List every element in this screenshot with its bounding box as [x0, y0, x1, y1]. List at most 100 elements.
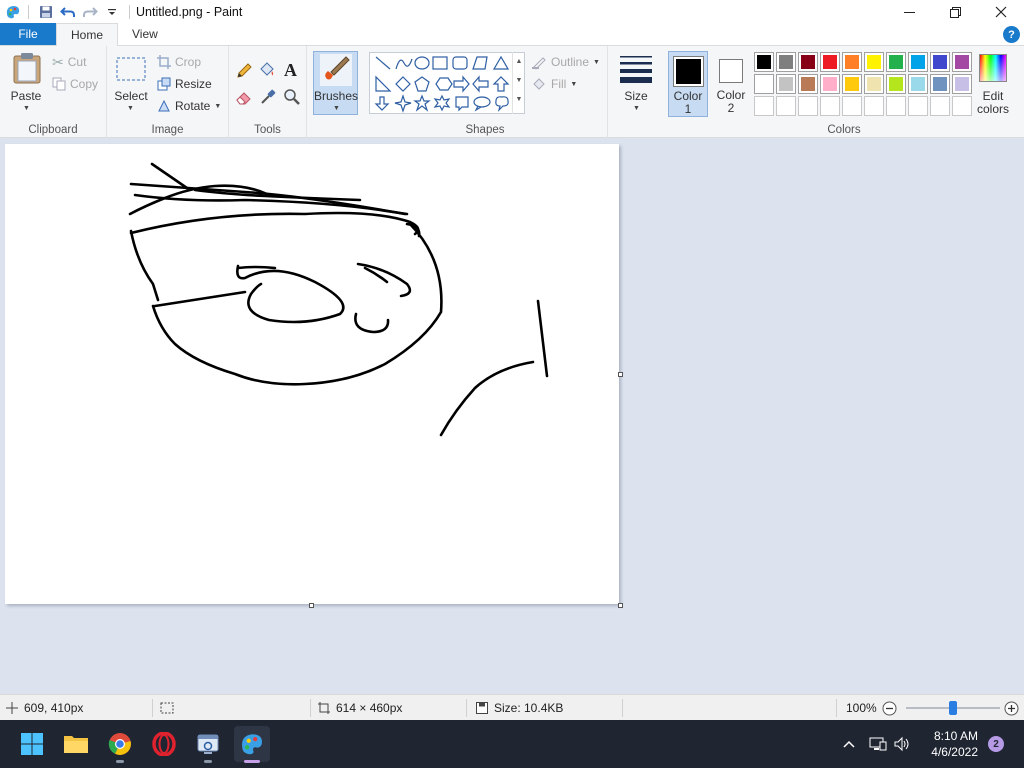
color1-button[interactable]: Color 1 — [668, 51, 708, 117]
resize-handle-bottom[interactable] — [309, 603, 314, 608]
custom-color-slot[interactable] — [930, 96, 950, 116]
quick-access-toolbar — [0, 0, 136, 24]
palette-swatch[interactable] — [820, 52, 840, 72]
size-button[interactable]: Size ▼ — [616, 52, 656, 118]
palette-swatch[interactable] — [930, 74, 950, 94]
crop-button[interactable]: Crop — [157, 52, 201, 72]
clock-time: 8:10 AM — [933, 729, 978, 743]
zoom-in-button[interactable] — [1004, 695, 1019, 721]
network-icon[interactable] — [869, 720, 887, 768]
help-icon[interactable]: ? — [1003, 26, 1020, 43]
palette-swatch[interactable] — [864, 52, 884, 72]
shapes-gallery[interactable] — [369, 52, 525, 114]
paste-button[interactable]: Paste ▼ — [8, 52, 46, 118]
palette-swatch[interactable] — [952, 52, 972, 72]
palette-swatch[interactable] — [776, 52, 796, 72]
clock[interactable]: 8:10 AM 4/6/2022 — [931, 728, 978, 760]
maximize-button[interactable] — [932, 0, 978, 24]
fill-bucket-icon[interactable] — [258, 61, 276, 82]
undo-icon[interactable] — [57, 1, 79, 23]
paint-app-icon[interactable] — [2, 1, 24, 23]
tab-view[interactable]: View — [118, 23, 172, 45]
color-picker-icon[interactable] — [259, 88, 277, 109]
redo-icon[interactable] — [79, 1, 101, 23]
select-button[interactable]: Select ▼ — [113, 52, 149, 118]
edit-colors-label: Edit colors — [976, 89, 1009, 116]
brushes-label: Brushes — [313, 89, 359, 103]
custom-color-slot[interactable] — [886, 96, 906, 116]
edit-colors-button[interactable]: Edit colors — [974, 52, 1014, 118]
chevron-up-icon — [843, 740, 855, 748]
palette-swatch[interactable] — [842, 52, 862, 72]
colors-group-label: Colors — [827, 124, 861, 136]
rotate-button[interactable]: Rotate ▼ — [157, 96, 221, 116]
search-app-taskbar[interactable] — [190, 726, 226, 763]
cut-button[interactable]: ✂ Cut — [52, 52, 86, 72]
eraser-icon[interactable] — [235, 88, 253, 109]
drawing-canvas[interactable] — [5, 144, 623, 608]
clipboard-icon — [13, 53, 41, 84]
palette-swatch[interactable] — [798, 52, 818, 72]
minimize-button[interactable] — [886, 0, 932, 24]
text-tool-icon[interactable]: A — [284, 60, 297, 81]
canvas-size-icon — [318, 702, 330, 714]
custom-color-slot[interactable] — [820, 96, 840, 116]
file-explorer-taskbar[interactable] — [58, 726, 94, 762]
canvas-size: 614 × 460px — [318, 695, 402, 721]
palette-swatch[interactable] — [820, 74, 840, 94]
zoom-out-button[interactable] — [882, 695, 897, 721]
custom-color-slot[interactable] — [842, 96, 862, 116]
opera-taskbar[interactable] — [146, 726, 182, 762]
start-button[interactable] — [14, 726, 50, 762]
palette-swatch[interactable] — [864, 74, 884, 94]
copy-button[interactable]: Copy — [52, 74, 98, 94]
palette-swatch[interactable] — [754, 52, 774, 72]
image-group: Select ▼ Crop Resize Rotate ▼ Image — [107, 46, 229, 138]
size-group: Size ▼ — [608, 46, 664, 138]
save-icon[interactable] — [35, 1, 57, 23]
workspace — [0, 138, 1024, 694]
color2-button[interactable]: Color 2 — [712, 51, 750, 117]
fill-button[interactable]: Fill ▼ — [531, 74, 577, 94]
palette-swatch[interactable] — [798, 74, 818, 94]
chrome-taskbar[interactable] — [102, 726, 138, 763]
palette-swatch[interactable] — [908, 52, 928, 72]
custom-color-slot[interactable] — [754, 96, 774, 116]
close-button[interactable] — [978, 0, 1024, 24]
palette-swatch[interactable] — [754, 74, 774, 94]
shapes-scroll[interactable]: ▲ ▼ ▼ — [512, 52, 525, 114]
palette-swatch[interactable] — [842, 74, 862, 94]
palette-swatch[interactable] — [886, 52, 906, 72]
paint-icon — [242, 734, 262, 755]
color1-label: Color 1 — [673, 89, 703, 116]
volume-icon[interactable] — [893, 720, 911, 768]
zoom-slider[interactable] — [906, 701, 1000, 715]
palette-swatch[interactable] — [886, 74, 906, 94]
pencil-icon[interactable] — [235, 62, 253, 83]
brushes-button[interactable]: Brushes ▼ — [313, 51, 358, 115]
resize-handle-corner[interactable] — [618, 603, 623, 608]
palette-swatch[interactable] — [776, 74, 796, 94]
custom-color-slot[interactable] — [798, 96, 818, 116]
custom-color-slot[interactable] — [776, 96, 796, 116]
selection-size — [160, 695, 174, 721]
customize-qat-icon[interactable] — [101, 1, 123, 23]
tab-home[interactable]: Home — [56, 23, 119, 46]
outline-button[interactable]: Outline ▼ — [531, 52, 600, 72]
zoom-slider-thumb[interactable] — [949, 701, 957, 715]
palette-swatch[interactable] — [930, 52, 950, 72]
notification-badge[interactable]: 2 — [988, 736, 1004, 752]
disk-icon — [476, 702, 488, 714]
palette-swatch[interactable] — [952, 74, 972, 94]
custom-color-slot[interactable] — [952, 96, 972, 116]
magnifier-icon[interactable] — [283, 88, 301, 109]
show-hidden-icons[interactable] — [842, 720, 856, 768]
resize-handle-right[interactable] — [618, 372, 623, 377]
paint-taskbar[interactable] — [234, 726, 270, 763]
custom-color-slot[interactable] — [908, 96, 928, 116]
palette-swatch[interactable] — [908, 74, 928, 94]
custom-color-slot[interactable] — [864, 96, 884, 116]
tab-file[interactable]: File — [0, 23, 56, 45]
resize-button[interactable]: Resize — [157, 74, 212, 94]
ribbon: Paste ▼ ✂ Cut Copy Clipboard Select ▼ Cr… — [0, 46, 1024, 138]
